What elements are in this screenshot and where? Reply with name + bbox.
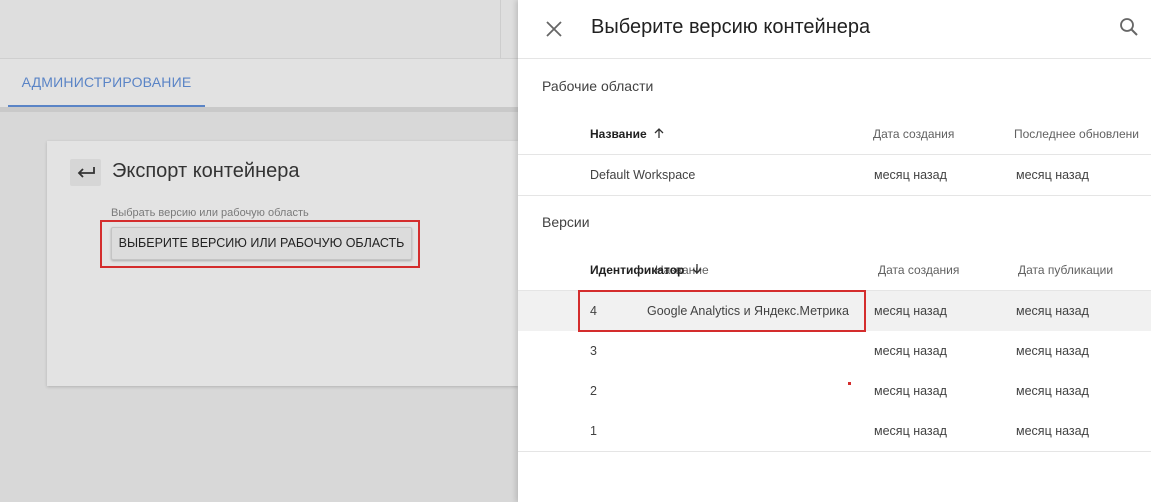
back-button[interactable] <box>70 159 101 186</box>
version-published: месяц назад <box>1016 344 1089 358</box>
arrow-back-icon <box>77 167 95 178</box>
ver-col-published-header[interactable]: Дата публикации <box>1018 263 1113 277</box>
version-id: 2 <box>590 384 597 398</box>
version-published: месяц назад <box>1016 424 1089 438</box>
workspaces-section-title: Рабочие области <box>542 78 654 94</box>
version-id: 3 <box>590 344 597 358</box>
panel-header: Выберите версию контейнера <box>518 0 1151 59</box>
select-version-panel: Выберите версию контейнера Рабочие облас… <box>518 0 1151 502</box>
version-row[interactable]: 1 месяц назад месяц назад <box>518 411 1151 452</box>
arrow-up-icon <box>654 128 664 138</box>
ver-col-id-header[interactable]: Идентификатор <box>590 263 703 277</box>
ws-updated: месяц назад <box>1016 168 1089 182</box>
app-header-background <box>0 0 518 59</box>
version-row[interactable]: 4 Google Analytics и Яндекс.Метрика меся… <box>518 291 1151 332</box>
tab-admin[interactable]: АДМИНИСТРИРОВАНИЕ <box>8 59 205 108</box>
workspace-row[interactable]: Default Workspace месяц назад месяц наза… <box>518 155 1151 196</box>
ws-col-name-label: Название <box>590 127 647 141</box>
close-icon[interactable] <box>542 17 566 41</box>
select-version-button[interactable]: ВЫБЕРИТЕ ВЕРСИЮ ИЛИ РАБОЧУЮ ОБЛАСТЬ <box>111 227 412 260</box>
card-title: Экспорт контейнера <box>112 160 300 182</box>
version-published: месяц назад <box>1016 384 1089 398</box>
panel-title: Выберите версию контейнера <box>591 16 871 38</box>
ws-col-name-header[interactable]: Название <box>590 127 665 141</box>
version-created: месяц назад <box>874 344 947 358</box>
ws-col-created-header[interactable]: Дата создания <box>873 127 954 141</box>
ver-col-id-label: Идентификатор <box>590 263 685 277</box>
version-row[interactable]: 3 месяц назад месяц назад <box>518 331 1151 372</box>
search-icon[interactable] <box>1118 16 1140 38</box>
version-published: месяц назад <box>1016 304 1089 318</box>
version-created: месяц назад <box>874 424 947 438</box>
ws-col-updated-header[interactable]: Последнее обновлени <box>1014 127 1139 141</box>
version-row[interactable]: 2 месяц назад месяц назад <box>518 371 1151 412</box>
version-name: Google Analytics и Яндекс.Метрика <box>647 304 849 318</box>
annotation-dot <box>848 382 851 385</box>
ws-name: Default Workspace <box>590 168 696 182</box>
version-select-label: Выбрать версию или рабочую область <box>111 207 309 219</box>
ws-created: месяц назад <box>874 168 947 182</box>
versions-section-title: Версии <box>542 214 590 230</box>
version-created: месяц назад <box>874 304 947 318</box>
arrow-down-icon <box>692 264 702 274</box>
ver-col-created-header[interactable]: Дата создания <box>878 263 959 277</box>
version-created: месяц назад <box>874 384 947 398</box>
version-id: 4 <box>590 304 597 318</box>
version-id: 1 <box>590 424 597 438</box>
